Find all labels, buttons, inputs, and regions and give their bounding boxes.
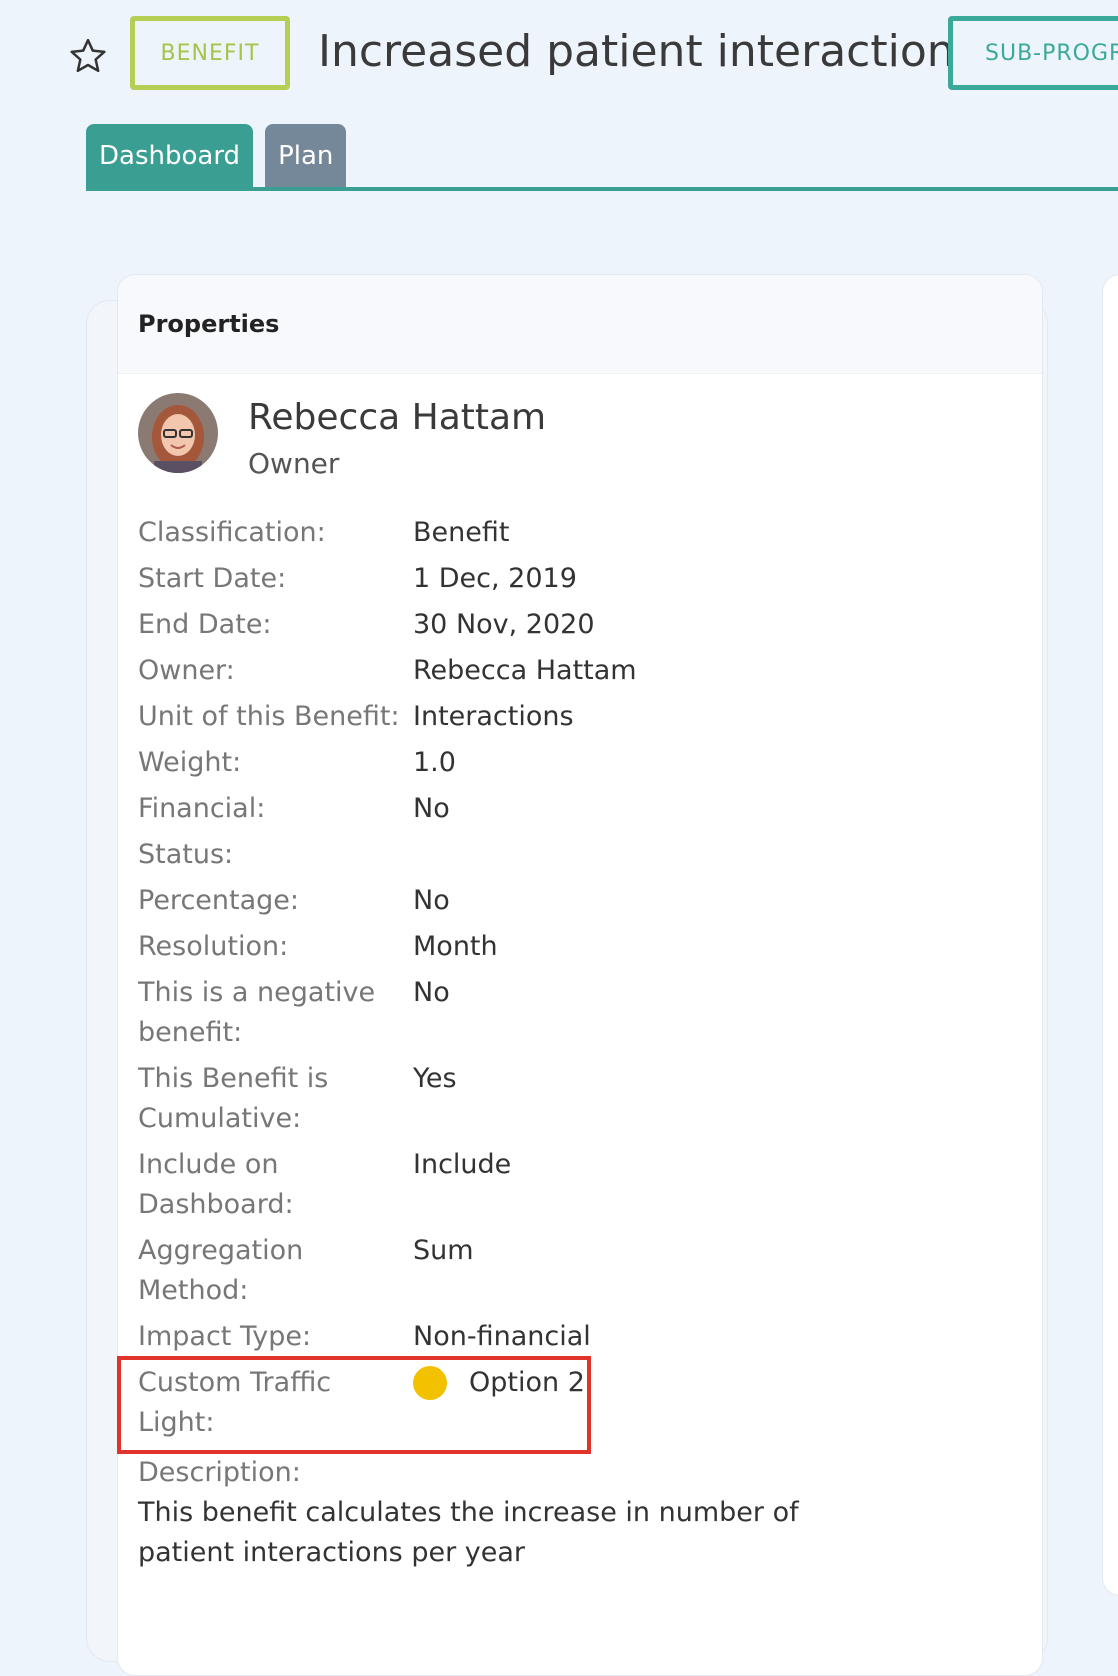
description-label: Description: <box>138 1457 301 1488</box>
property-label: Include on Dashboard: <box>138 1149 294 1220</box>
property-row: End Date: 30 Nov, 2020 <box>138 605 1018 645</box>
property-label: Aggregation Method: <box>138 1235 304 1306</box>
property-label: Owner: <box>138 655 235 686</box>
property-value: Yes <box>413 1063 457 1094</box>
property-value: Month <box>413 931 498 962</box>
tab-dashboard[interactable]: Dashboard <box>86 124 254 188</box>
property-row: Percentage: No <box>138 881 1018 921</box>
type-badge: BENEFIT <box>130 16 290 90</box>
property-row: Weight: 1.0 <box>138 743 1018 783</box>
property-label: Financial: <box>138 793 266 824</box>
adjacent-card <box>1102 274 1118 1596</box>
property-row: Status: <box>138 835 1018 875</box>
property-value: Benefit <box>413 517 510 548</box>
property-row: Unit of this Benefit: Interactions <box>138 697 1018 737</box>
property-row: Resolution: Month <box>138 927 1018 967</box>
tab-plan[interactable]: Plan <box>265 124 347 188</box>
property-value: Interactions <box>413 701 574 732</box>
property-value: 30 Nov, 2020 <box>413 609 595 640</box>
property-value: Sum <box>413 1235 474 1266</box>
property-label: Unit of this Benefit: <box>138 701 400 732</box>
property-row: Start Date: 1 Dec, 2019 <box>138 559 1018 599</box>
page-title: Increased patient interactions <box>318 26 978 77</box>
property-value: 1 Dec, 2019 <box>413 563 577 594</box>
owner-role: Owner <box>248 447 340 480</box>
tab-bar: Dashboard Plan <box>86 124 347 188</box>
property-label: Percentage: <box>138 885 299 916</box>
property-row: This Benefit is Cumulative: Yes <box>138 1059 1018 1139</box>
property-row: Impact Type: Non-financial <box>138 1317 1018 1357</box>
property-row: Include on Dashboard: Include <box>138 1145 1018 1225</box>
property-value: No <box>413 793 450 824</box>
tab-underline <box>86 187 1118 191</box>
property-value: Non-financial <box>413 1321 591 1352</box>
property-label: This is a negative benefit: <box>138 977 376 1048</box>
property-row: Owner: Rebecca Hattam <box>138 651 1018 691</box>
property-value: No <box>413 977 450 1008</box>
highlight-box <box>117 1356 591 1454</box>
property-label: End Date: <box>138 609 272 640</box>
property-label: Status: <box>138 839 234 870</box>
property-value: Rebecca Hattam <box>413 655 637 686</box>
property-label: Weight: <box>138 747 242 778</box>
owner-summary: Rebecca Hattam Owner <box>138 393 546 485</box>
property-value: Include <box>413 1149 512 1180</box>
property-row: Aggregation Method: Sum <box>138 1231 1018 1311</box>
favorite-star-icon[interactable] <box>68 36 108 76</box>
property-value: No <box>413 885 450 916</box>
property-row: This is a negative benefit: No <box>138 973 1018 1053</box>
property-label: Impact Type: <box>138 1321 312 1352</box>
property-label: This Benefit is Cumulative: <box>138 1063 329 1134</box>
description-text: This benefit calculates the increase in … <box>138 1497 799 1568</box>
properties-card: Properties Rebecca Hattam Owner Classifi… <box>117 274 1043 1676</box>
property-label: Resolution: <box>138 931 289 962</box>
program-badge[interactable]: SUB-PROGR <box>948 16 1118 90</box>
property-row: Financial: No <box>138 789 1018 829</box>
owner-name: Rebecca Hattam <box>248 397 547 438</box>
properties-card-title: Properties <box>118 275 1042 374</box>
property-label: Start Date: <box>138 563 287 594</box>
property-value: 1.0 <box>413 747 456 778</box>
property-label: Classification: <box>138 517 326 548</box>
avatar <box>138 393 218 473</box>
property-row: Classification: Benefit <box>138 513 1018 553</box>
